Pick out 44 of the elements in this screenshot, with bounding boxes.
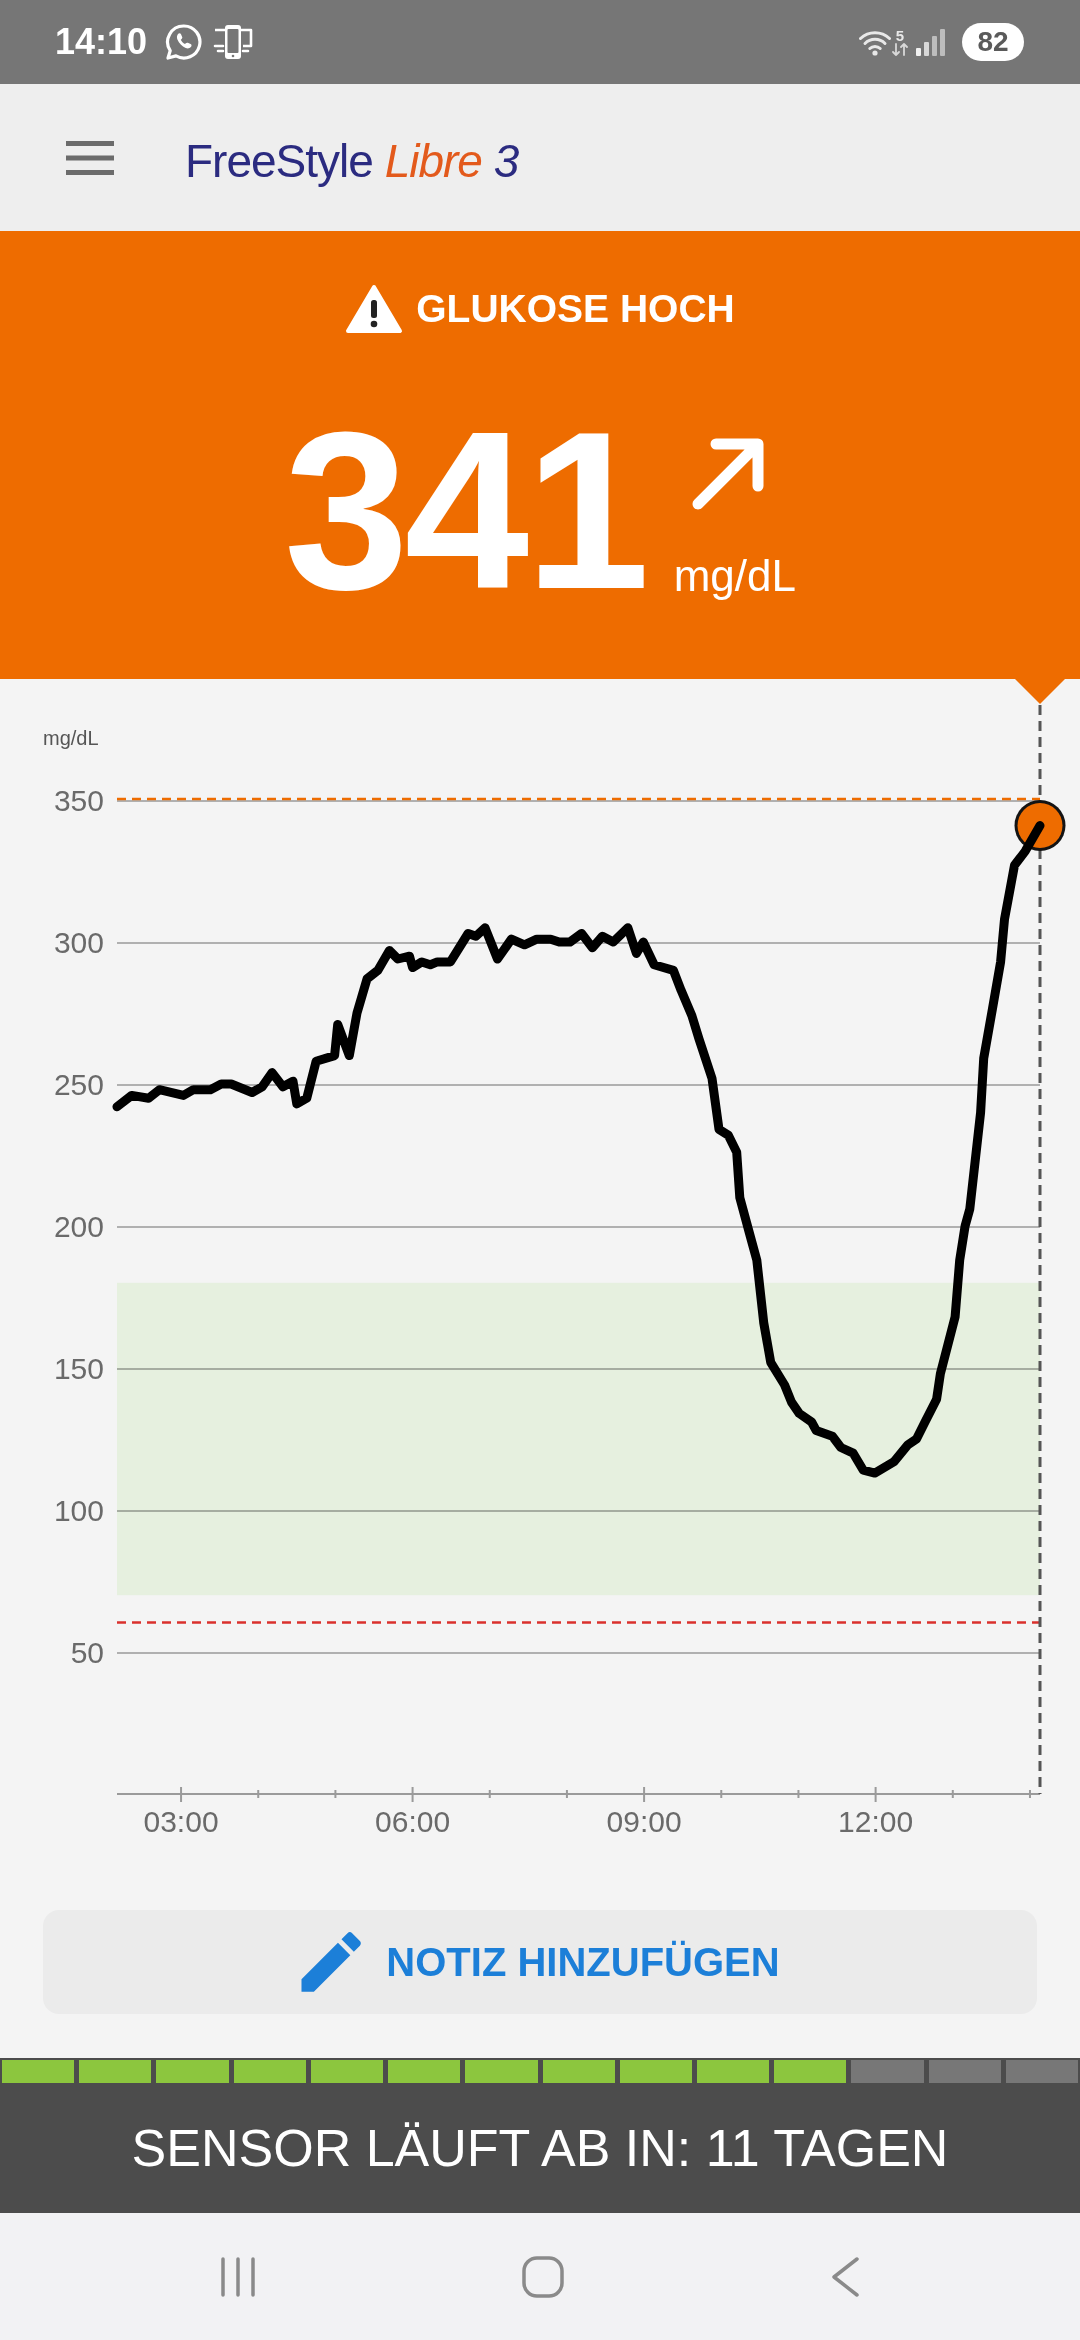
x-axis-tick	[257, 1789, 260, 1799]
x-axis-tick	[411, 1786, 414, 1803]
y-axis-label: 200	[53, 1210, 104, 1243]
recent-apps-icon[interactable]	[220, 2256, 256, 2297]
y-axis-label: 150	[53, 1352, 104, 1385]
x-axis-tick	[643, 1786, 646, 1803]
back-icon[interactable]	[830, 2255, 860, 2298]
pencil-icon	[300, 1932, 363, 1992]
x-axis-label: 09:00	[606, 1805, 682, 1838]
sensor-expiry-text: SENSOR LÄUFT AB IN: 11 TAGEN	[131, 2122, 949, 2174]
phone-icon	[213, 24, 254, 60]
y-axis-unit: mg/dL	[43, 727, 99, 749]
x-axis-tick	[180, 1786, 183, 1803]
x-axis-tick	[874, 1786, 877, 1803]
chat-icon	[165, 23, 204, 61]
x-axis-label: 12:00	[838, 1805, 914, 1838]
x-axis-tick	[565, 1789, 568, 1799]
status-time: 14:10	[55, 24, 148, 60]
y-axis-label: 50	[70, 1636, 104, 1669]
x-axis-tick	[334, 1789, 337, 1799]
data-arrows-icon	[892, 43, 908, 56]
x-axis-tick	[797, 1789, 800, 1799]
y-axis-label: 250	[53, 1068, 104, 1101]
wifi-icon	[859, 28, 891, 56]
current-reading-marker	[1014, 800, 1066, 852]
glucose-unit: mg/dL	[673, 554, 796, 598]
x-axis-label: 06:00	[375, 1805, 451, 1838]
y-axis-label: 350	[53, 784, 104, 817]
x-axis-tick	[1028, 1789, 1031, 1799]
x-axis-tick	[720, 1789, 723, 1799]
warning-icon	[345, 282, 404, 334]
x-axis-label: 03:00	[143, 1805, 219, 1838]
home-icon[interactable]	[522, 2255, 564, 2298]
y-axis-label: 300	[53, 926, 104, 959]
menu-icon[interactable]	[66, 140, 114, 175]
wifi-band-label: 5	[895, 28, 905, 43]
battery-percentage: 82	[962, 23, 1024, 61]
signal-icon	[916, 28, 946, 56]
x-axis-tick	[951, 1789, 954, 1799]
add-note-button[interactable]: NOTIZ HINZUFÜGEN	[43, 1910, 1037, 2014]
y-axis-label: 100	[53, 1494, 104, 1527]
alert-title: GLUKOSE HOCH	[416, 288, 735, 328]
glucose-value: 341	[284, 398, 646, 622]
x-axis-tick	[488, 1789, 491, 1799]
